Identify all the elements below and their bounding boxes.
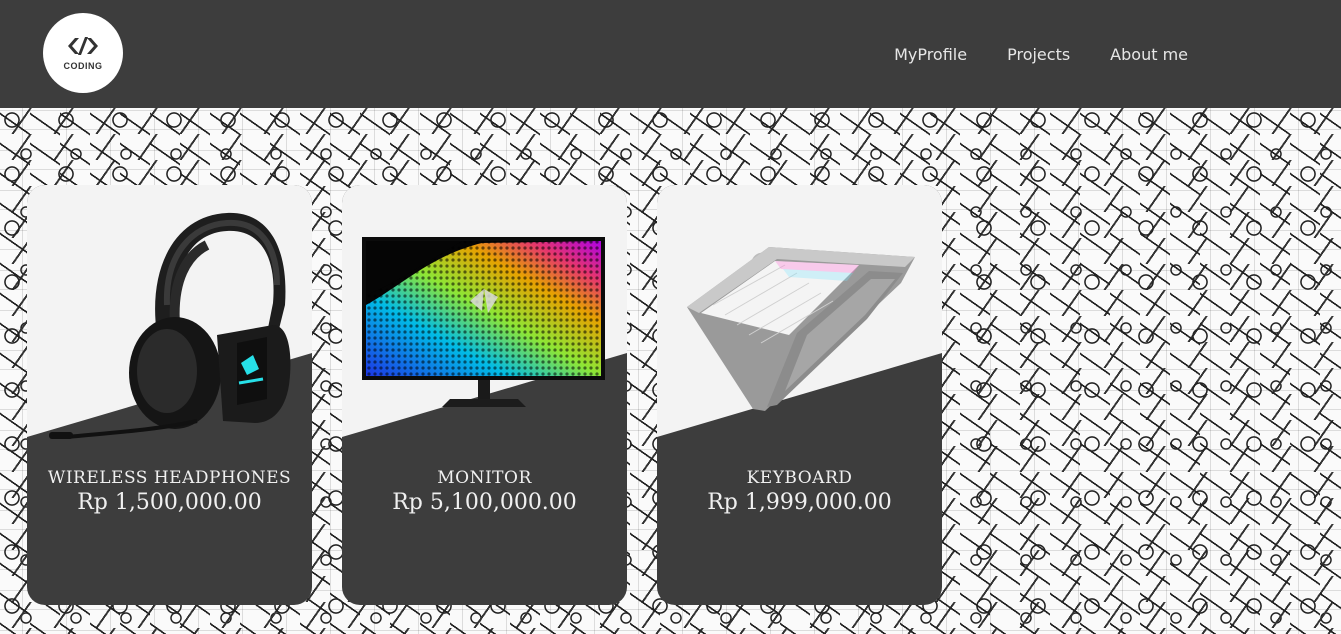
product-name: KEYBOARD — [746, 468, 853, 488]
product-price: Rp 5,100,000.00 — [392, 490, 577, 515]
logo-text: CODING — [63, 61, 103, 71]
monitor-image — [362, 237, 605, 407]
product-card-keyboard[interactable]: KEYBOARD Rp 1,999,000.00 — [657, 185, 942, 605]
code-brackets-icon — [68, 37, 98, 55]
product-card-monitor[interactable]: MONITOR Rp 5,100,000.00 — [342, 185, 627, 605]
product-name: WIRELESS HEADPHONES — [47, 468, 292, 488]
nav-link-myprofile[interactable]: MyProfile — [894, 45, 967, 64]
product-card-headphones[interactable]: WIRELESS HEADPHONES Rp 1,500,000.00 — [27, 185, 312, 605]
product-cards: WIRELESS HEADPHONES Rp 1,500,000.00 MONI… — [27, 185, 942, 605]
logo[interactable]: CODING — [43, 13, 123, 93]
product-price: Rp 1,999,000.00 — [707, 490, 892, 515]
keyboard-image — [687, 247, 915, 411]
nav-links: MyProfile Projects About me — [894, 0, 1188, 108]
navbar: CODING MyProfile Projects About me — [0, 0, 1341, 108]
nav-link-about-me[interactable]: About me — [1110, 45, 1188, 64]
headphones-image — [49, 212, 291, 439]
product-price: Rp 1,500,000.00 — [77, 490, 262, 515]
product-name: MONITOR — [437, 468, 532, 488]
nav-link-projects[interactable]: Projects — [1007, 45, 1070, 64]
